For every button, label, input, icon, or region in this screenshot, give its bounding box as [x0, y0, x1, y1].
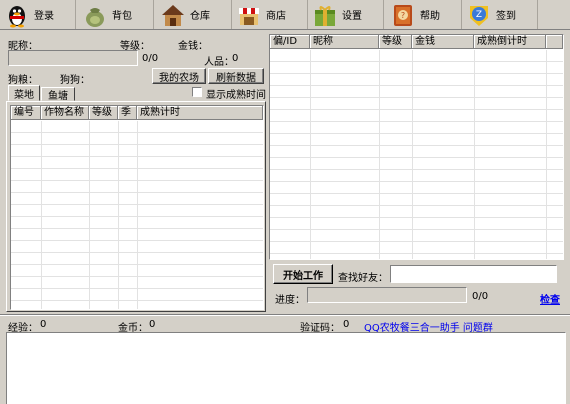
coin-value: 0: [149, 319, 156, 330]
backpack-button[interactable]: 背包: [78, 0, 154, 29]
settings-button[interactable]: 设置: [308, 0, 384, 29]
settings-label: 设置: [342, 11, 362, 22]
login-label: 登录: [34, 11, 54, 22]
col-nickname[interactable]: 昵称: [310, 35, 379, 48]
shop-button[interactable]: 商店: [232, 0, 308, 29]
crop-list-gridlines: [11, 121, 263, 309]
money-label: 金钱：: [178, 41, 208, 52]
help-button[interactable]: ? 帮助: [386, 0, 462, 29]
exp-progress-bar: [8, 50, 138, 66]
right-panel: 偏/ID 昵称 等级 金钱 成熟倒计时 开始工作 查找好友： 进度： 0/0 检…: [269, 32, 570, 314]
shop-label: 商店: [266, 11, 286, 22]
checkin-button[interactable]: Z 签到: [462, 0, 538, 29]
help-label: 帮助: [420, 11, 440, 22]
col-money[interactable]: 金钱: [412, 35, 474, 48]
friend-list-gridlines: [270, 50, 563, 259]
log-textarea[interactable]: [6, 332, 566, 404]
tab-vegetable-field-label: 菜地: [14, 89, 34, 101]
col-number[interactable]: 编号: [11, 106, 41, 119]
show-ripe-time-checkbox[interactable]: [192, 87, 202, 97]
progress-text: 0/0: [472, 291, 489, 302]
my-farm-button[interactable]: 我的农场: [152, 68, 206, 84]
crop-list-header: 编号 作物名称 等级 季 成熟计时: [11, 106, 263, 120]
renpin-value: 0: [232, 53, 239, 64]
dog-label: 狗狗：: [60, 75, 90, 86]
svg-text:Z: Z: [476, 10, 482, 20]
col-friend-level[interactable]: 等级: [379, 35, 412, 48]
backpack-label: 背包: [112, 11, 132, 22]
tab-fish-pond[interactable]: 鱼塘: [41, 87, 75, 102]
bag-icon: [82, 2, 108, 28]
col-id[interactable]: 偏/ID: [270, 35, 310, 48]
refresh-data-button[interactable]: 刷新数据: [208, 68, 264, 84]
dog-food-label: 狗粮：: [8, 75, 38, 86]
find-friend-label: 查找好友：: [338, 273, 388, 284]
check-link[interactable]: 检查: [540, 291, 560, 306]
start-work-button[interactable]: 开始工作: [273, 264, 333, 284]
work-progress-bar: [307, 287, 467, 303]
renpin-label: 人品：: [204, 57, 234, 68]
col-crop-name[interactable]: 作物名称: [41, 106, 89, 119]
shop-icon: [236, 2, 262, 28]
col-filler: [546, 35, 563, 48]
col-ripe-timer[interactable]: 成熟计时: [137, 106, 263, 119]
exp-value: 0: [40, 319, 47, 330]
status-bar: 经验： 0 金币： 0 验证码： 0 QQ农牧餐三合一助手 问题群: [0, 314, 570, 334]
friend-list-header: 偏/ID 昵称 等级 金钱 成熟倒计时: [270, 35, 563, 49]
svg-text:?: ?: [401, 11, 405, 20]
show-ripe-time-label: 显示成熟时间: [206, 90, 266, 101]
exp-progress-text: 0/0: [142, 53, 159, 64]
col-season[interactable]: 季: [118, 106, 137, 119]
warehouse-label: 仓库: [190, 11, 210, 22]
warehouse-button[interactable]: 仓库: [156, 0, 232, 29]
house-icon: [160, 2, 186, 28]
tab-vegetable-field[interactable]: 菜地: [8, 85, 40, 101]
find-friend-input[interactable]: [390, 265, 557, 283]
penguin-icon: [4, 2, 30, 28]
checkin-icon: Z: [466, 2, 492, 28]
login-button[interactable]: 登录: [0, 0, 76, 29]
crop-list-grid[interactable]: 编号 作物名称 等级 季 成熟计时: [10, 105, 264, 310]
col-ripe-countdown[interactable]: 成熟倒计时: [474, 35, 546, 48]
verify-code-value: 0: [343, 319, 350, 330]
left-panel: 昵称： 等级： 金钱： 0/0 人品： 0 狗粮： 狗狗： 我的农场 刷新数据 …: [0, 32, 266, 314]
help-book-icon: ?: [390, 2, 416, 28]
tab-fish-pond-label: 鱼塘: [48, 90, 68, 102]
col-level[interactable]: 等级: [89, 106, 118, 119]
checkin-label: 签到: [496, 11, 516, 22]
toolbar: 登录 背包 仓库 商店 设置 ? 帮助 Z 签到: [0, 0, 570, 30]
progress-label: 进度：: [275, 295, 305, 306]
gift-box-icon: [312, 2, 338, 28]
friend-list-grid[interactable]: 偏/ID 昵称 等级 金钱 成熟倒计时: [269, 34, 564, 260]
